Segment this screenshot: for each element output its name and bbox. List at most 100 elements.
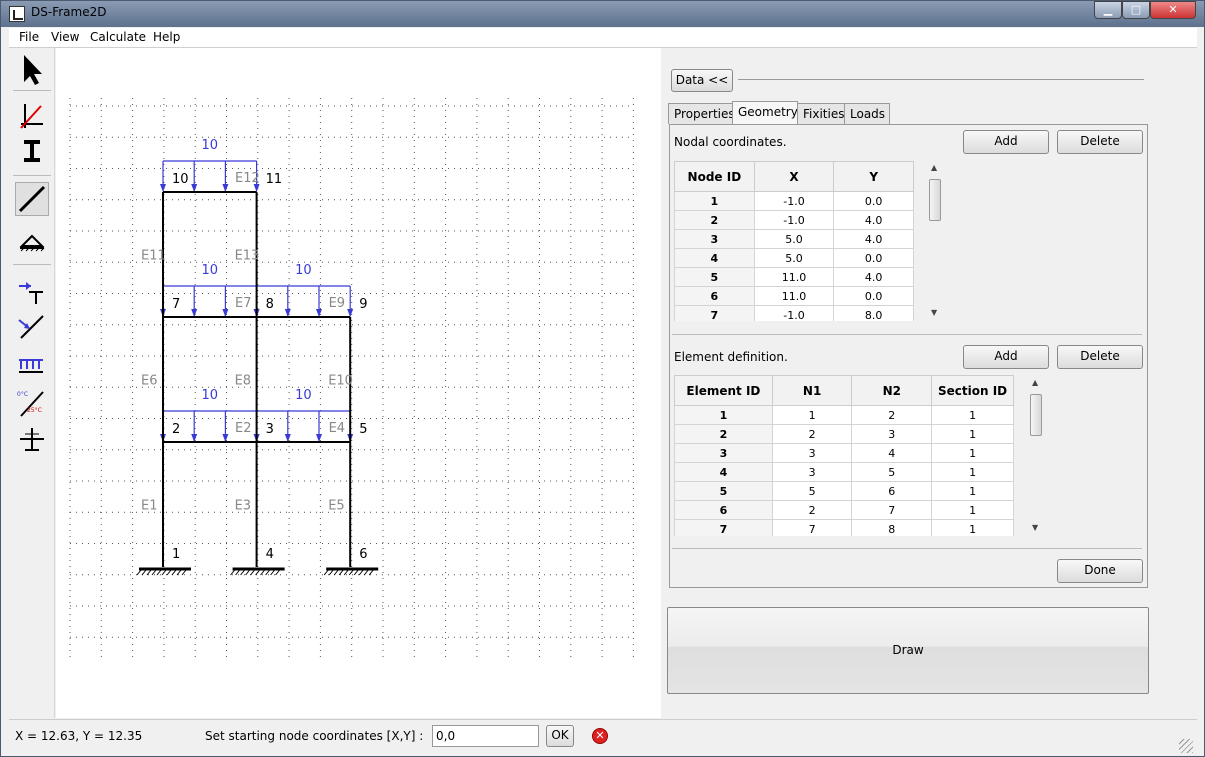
element-row[interactable]: 1121 (674, 405, 1014, 425)
minimize-button[interactable]: ▁ (1094, 1, 1122, 19)
menu-calculate[interactable]: Calculate (90, 30, 146, 44)
element-row[interactable]: 7781 (674, 519, 1014, 536)
tab-fixities[interactable]: Fixities (797, 103, 845, 124)
element-cell[interactable]: 1 (931, 405, 1014, 425)
nodal-row[interactable]: 7 -1.0 8.0 (674, 305, 914, 321)
section-tool[interactable] (15, 134, 49, 168)
nodal-cell[interactable]: 0.0 (833, 286, 914, 306)
nodal-cell[interactable]: 8.0 (833, 305, 914, 321)
element-cell[interactable]: 1 (931, 443, 1014, 463)
nodal-row[interactable]: 3 5.0 4.0 (674, 229, 914, 249)
element-tool[interactable] (15, 182, 49, 216)
element-cell[interactable]: 5 (771, 481, 853, 501)
inclined-load-tool[interactable] (15, 310, 49, 344)
delete-element-button[interactable]: Delete (1057, 345, 1143, 369)
nodal-row[interactable]: 6 11.0 0.0 (674, 286, 914, 306)
resize-grip[interactable] (1179, 739, 1193, 753)
element-header-1[interactable]: N1 (771, 375, 853, 406)
element-cell[interactable]: 8 (851, 519, 933, 536)
nodal-header-0[interactable]: Node ID (674, 161, 755, 192)
element-row[interactable]: 6271 (674, 500, 1014, 520)
temperature-load-tool[interactable]: 0°C 25°C (15, 386, 49, 420)
nodal-row[interactable]: 1 -1.0 0.0 (674, 191, 914, 211)
add-node-button[interactable]: Add (963, 130, 1049, 154)
element-scrollbar[interactable]: ▲ ▼ (1028, 378, 1044, 534)
menu-help[interactable]: Help (153, 30, 180, 44)
nodal-cell[interactable]: 11.0 (753, 267, 835, 287)
element-cell[interactable]: 1 (931, 481, 1014, 501)
nodal-header-1[interactable]: X (753, 161, 835, 192)
menu-file[interactable]: File (19, 30, 39, 44)
element-cell[interactable]: 1 (931, 424, 1014, 444)
element-cell[interactable]: 7 (851, 500, 933, 520)
nodal-scrollbar[interactable]: ▲ ▼ (927, 163, 943, 319)
nodal-row[interactable]: 4 5.0 0.0 (674, 248, 914, 268)
nodal-cell[interactable]: 3 (674, 229, 755, 249)
element-cell[interactable]: 1 (771, 405, 853, 425)
element-cell[interactable]: 1 (674, 405, 773, 425)
element-cell[interactable]: 1 (931, 519, 1014, 536)
element-header-0[interactable]: Element ID (674, 375, 773, 406)
nodal-cell[interactable]: 4 (674, 248, 755, 268)
close-button[interactable]: ✕ (1150, 1, 1196, 19)
tab-geometry[interactable]: Geometry (732, 101, 798, 124)
cancel-icon[interactable]: ✕ (592, 728, 608, 744)
nodal-cell[interactable]: 4.0 (833, 229, 914, 249)
point-load-tool[interactable] (15, 274, 49, 308)
element-cell[interactable]: 7 (771, 519, 853, 536)
menu-view[interactable]: View (51, 30, 79, 44)
element-row[interactable]: 5561 (674, 481, 1014, 501)
nodal-cell[interactable]: -1.0 (753, 305, 835, 321)
element-cell[interactable]: 6 (674, 500, 773, 520)
scroll-down-icon[interactable]: ▼ (931, 308, 937, 317)
element-cell[interactable]: 4 (674, 462, 773, 482)
tab-properties[interactable]: Properties (668, 103, 735, 124)
nodal-cell[interactable]: 5 (674, 267, 755, 287)
hinge-tool[interactable] (15, 422, 49, 456)
element-cell[interactable]: 3 (674, 443, 773, 463)
element-cell[interactable]: 6 (851, 481, 933, 501)
element-row[interactable]: 4351 (674, 462, 1014, 482)
nodal-cell[interactable]: 0.0 (833, 191, 914, 211)
nodal-cell[interactable]: 6 (674, 286, 755, 306)
element-cell[interactable]: 5 (674, 481, 773, 501)
nodal-cell[interactable]: 5.0 (753, 229, 835, 249)
tab-loads[interactable]: Loads (844, 103, 890, 124)
scroll-thumb[interactable] (929, 179, 941, 221)
draw-button[interactable]: Draw (667, 607, 1149, 694)
ok-button[interactable]: OK (546, 725, 574, 747)
nodal-cell[interactable]: 5.0 (753, 248, 835, 268)
select-tool[interactable] (15, 52, 49, 86)
nodal-cell[interactable]: -1.0 (753, 191, 835, 211)
nodal-cell[interactable]: 4.0 (833, 210, 914, 230)
scroll-up-icon[interactable]: ▲ (1032, 378, 1038, 387)
nodal-row[interactable]: 5 11.0 4.0 (674, 267, 914, 287)
nodal-cell[interactable]: 0.0 (833, 248, 914, 268)
element-cell[interactable]: 5 (851, 462, 933, 482)
done-button[interactable]: Done (1057, 559, 1143, 583)
axes-tool[interactable] (15, 98, 49, 132)
element-cell[interactable]: 4 (851, 443, 933, 463)
support-tool[interactable] (15, 224, 49, 258)
distributed-load-tool[interactable] (15, 348, 49, 382)
element-cell[interactable]: 2 (674, 424, 773, 444)
nodal-cell[interactable]: 2 (674, 210, 755, 230)
element-cell[interactable]: 2 (851, 405, 933, 425)
nodal-cell[interactable]: -1.0 (753, 210, 835, 230)
element-header-2[interactable]: N2 (851, 375, 933, 406)
element-cell[interactable]: 1 (931, 462, 1014, 482)
element-cell[interactable]: 3 (771, 462, 853, 482)
element-cell[interactable]: 3 (851, 424, 933, 444)
element-cell[interactable]: 1 (931, 500, 1014, 520)
node-coordinates-input[interactable] (432, 725, 539, 747)
element-cell[interactable]: 2 (771, 500, 853, 520)
element-row[interactable]: 2231 (674, 424, 1014, 444)
nodal-cell[interactable]: 11.0 (753, 286, 835, 306)
element-cell[interactable]: 2 (771, 424, 853, 444)
nodal-header-2[interactable]: Y (833, 161, 914, 192)
nodal-row[interactable]: 2 -1.0 4.0 (674, 210, 914, 230)
nodal-cell[interactable]: 4.0 (833, 267, 914, 287)
nodal-cell[interactable]: 7 (674, 305, 755, 321)
maximize-button[interactable]: □ (1122, 1, 1150, 19)
element-cell[interactable]: 3 (771, 443, 853, 463)
